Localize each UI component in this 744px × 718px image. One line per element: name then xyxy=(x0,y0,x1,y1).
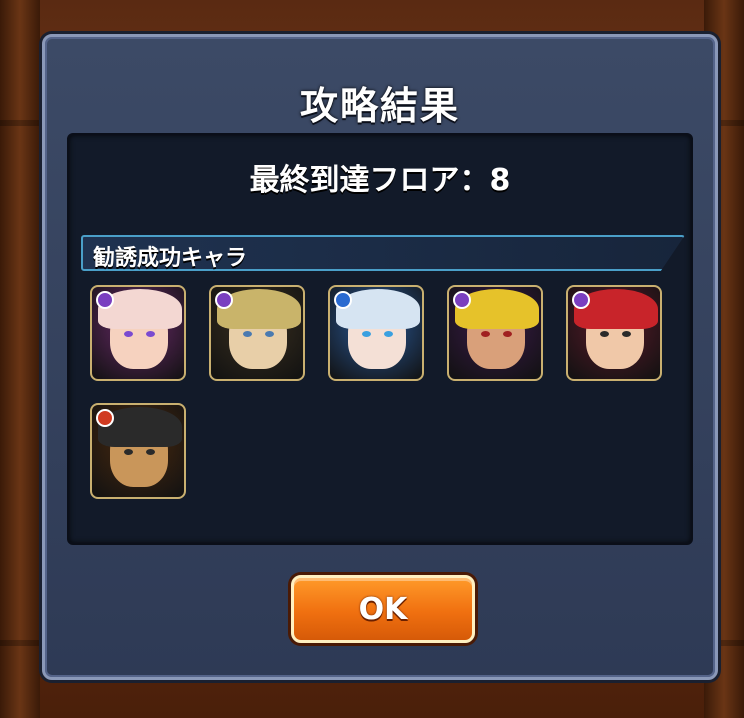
element-icon xyxy=(334,291,352,309)
character-eye xyxy=(503,331,512,337)
ok-button[interactable]: OK xyxy=(291,575,475,643)
element-icon xyxy=(96,291,114,309)
character-icon[interactable] xyxy=(209,285,305,381)
result-dialog: 攻略結果 最終到達フロア：8 勧誘成功キャラ OK xyxy=(42,34,718,680)
character-eye xyxy=(243,331,252,337)
character-eye xyxy=(146,449,155,455)
character-icon[interactable] xyxy=(90,285,186,381)
character-eye xyxy=(362,331,371,337)
character-eye xyxy=(265,331,274,337)
character-eye xyxy=(481,331,490,337)
dialog-title: 攻略結果 xyxy=(299,84,460,128)
ok-button-label: OK xyxy=(358,592,408,627)
character-eye xyxy=(622,331,631,337)
character-eye xyxy=(124,449,133,455)
character-eye xyxy=(600,331,609,337)
character-icon[interactable] xyxy=(328,285,424,381)
element-icon xyxy=(215,291,233,309)
element-icon xyxy=(453,291,471,309)
character-icon[interactable] xyxy=(566,285,662,381)
character-eye xyxy=(146,331,155,337)
character-icon[interactable] xyxy=(90,403,186,499)
recruited-characters-label: 勧誘成功キャラ xyxy=(93,246,248,271)
character-eye xyxy=(384,331,393,337)
character-eye xyxy=(124,331,133,337)
final-floor-text: 最終到達フロア：8 xyxy=(249,163,511,198)
recruited-characters-header: 勧誘成功キャラ xyxy=(81,235,685,271)
character-icon[interactable] xyxy=(447,285,543,381)
result-panel: 最終到達フロア：8 勧誘成功キャラ xyxy=(67,133,693,545)
element-icon xyxy=(96,409,114,427)
element-icon xyxy=(572,291,590,309)
